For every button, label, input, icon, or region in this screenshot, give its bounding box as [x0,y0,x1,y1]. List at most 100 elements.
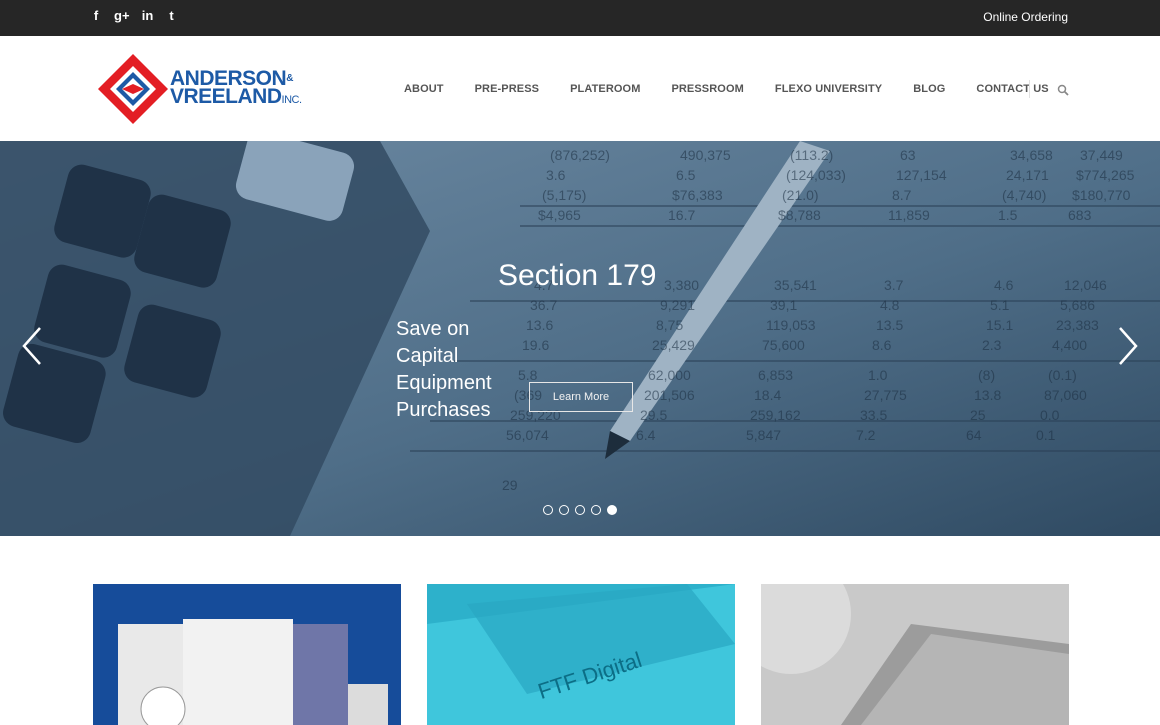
spreadsheet-figure: 683 [1068,207,1092,223]
slider-dot[interactable] [607,505,617,515]
nav-pressroom[interactable]: PRESSROOM [671,83,743,95]
spreadsheet-figure: (113.2) [790,147,834,163]
online-ordering-link[interactable]: Online Ordering [983,10,1068,24]
spreadsheet-figure: (876,252) [550,147,610,163]
nav-plateroom[interactable]: PLATEROOM [570,83,640,95]
spreadsheet-figure: 63 [900,147,916,163]
spreadsheet-figure: 13.8 [974,387,1002,403]
learn-more-button[interactable]: Learn More [529,382,633,412]
spreadsheet-figure: 29.5 [640,407,668,423]
spreadsheet-figure: 5.8 [518,367,538,383]
spreadsheet-figure: 5,686 [1060,297,1096,313]
spreadsheet-figure: 87,060 [1044,387,1087,403]
logo[interactable]: ANDERSON& VREELANDINC. [98,54,328,124]
logo-inc: INC. [281,94,303,106]
spreadsheet-figure: 25,429 [652,337,695,353]
spreadsheet-figure: 16.7 [668,207,696,223]
twitter-icon[interactable]: t [166,8,178,23]
top-bar: f g+ in t Online Ordering [0,0,1160,36]
spreadsheet-figure: 64 [966,427,982,443]
spreadsheet-figure: 35,541 [774,277,817,293]
spreadsheet-figure: 56,074 [506,427,549,443]
spreadsheet-figure: 8.6 [872,337,892,353]
slider-dot[interactable] [575,505,585,515]
spreadsheet-figure: 3,380 [664,277,700,293]
spreadsheet-figure: 18.4 [754,387,782,403]
spreadsheet-figure: 8.7 [892,187,912,203]
spreadsheet-figure: 5,847 [746,427,782,443]
main-nav: ABOUT PRE-PRESS PLATEROOM PRESSROOM FLEX… [404,83,1080,95]
spreadsheet-figure: 1.5 [998,207,1018,223]
nav-about[interactable]: ABOUT [404,83,444,95]
metal-card[interactable] [761,584,1069,725]
spreadsheet-figure: 29 [502,477,518,493]
nav-pre-press[interactable]: PRE-PRESS [475,83,539,95]
spreadsheet-figure: 7.2 [856,427,876,443]
spreadsheet-figure: $8,788 [778,207,821,223]
facebook-icon[interactable]: f [90,8,102,23]
press-machine-image [118,619,388,725]
spreadsheet-figure: 119,053 [766,317,816,333]
spreadsheet-figure: 0.0 [1040,407,1060,423]
spreadsheet-figure: 19.6 [522,337,550,353]
spreadsheet-figure: (124,033) [786,167,846,183]
spreadsheet-figure: 25 [970,407,986,423]
spreadsheet-figure: $4,965 [538,207,581,223]
hero-title: Section 179 [498,259,657,292]
spreadsheet-figure: 4,400 [1052,337,1088,353]
spreadsheet-figure: 34,658 [1010,147,1053,163]
spreadsheet-figure: (0.1) [1048,367,1077,383]
hero-slider: (876,252) 490,375 (113.2) 63 34,658 37,449 3.6… [0,141,1160,536]
spreadsheet-figure: 37,449 [1080,147,1123,163]
spreadsheet-figure: 0.1 [1036,427,1056,443]
spreadsheet-figure: 1.0 [868,367,888,383]
logo-line-2: VREELAND [170,85,282,108]
google-plus-icon[interactable]: g+ [114,8,130,23]
chevron-left-icon[interactable] [20,326,44,366]
spreadsheet-figure: 490,375 [680,147,731,163]
search-icon[interactable] [1057,84,1069,96]
spreadsheet-figure: 6.4 [636,427,656,443]
spreadsheet-figure: 2.3 [982,337,1002,353]
spreadsheet-figure: 33.5 [860,407,888,423]
spreadsheet-figure: 39,1 [770,297,798,313]
hero-subtitle: Save on Capital Equipment Purchases [396,318,492,421]
equipment-card[interactable] [93,584,401,725]
slider-dot[interactable] [543,505,553,515]
nav-blog[interactable]: BLOG [913,83,945,95]
spreadsheet-figure: 27,775 [864,387,907,403]
nav-divider [1029,80,1030,98]
spreadsheet-figure: 62,000 [648,367,691,383]
spreadsheet-figure: 75,600 [762,337,805,353]
spreadsheet-figure: $76,383 [672,187,723,203]
spreadsheet-figure: 6.5 [676,167,696,183]
spreadsheet-figure: (8) [978,367,996,383]
slider-dot[interactable] [591,505,601,515]
ftf-digital-image: FTF Digital [427,584,735,725]
spreadsheet-figure: (5,175) [542,187,587,203]
linkedin-icon[interactable]: in [142,8,154,23]
nav-contact-us[interactable]: CONTACT US [976,83,1048,95]
spreadsheet-figure: 15.1 [986,317,1014,333]
slider-dot[interactable] [559,505,569,515]
spreadsheet-figure: 8,75 [656,317,684,333]
spreadsheet-figure: (4,740) [1002,187,1047,203]
logo-diamond-icon [98,54,168,124]
ftf-digital-card[interactable]: FTF Digital [427,584,735,725]
spreadsheet-figure: 13.5 [876,317,904,333]
slider-dots [543,505,617,515]
spreadsheet-figure: 4.8 [880,297,900,313]
spreadsheet-figure: 36.7 [530,297,558,313]
spreadsheet-figure: 3.7 [884,277,904,293]
spreadsheet-figure: 5.1 [990,297,1010,313]
logo-text: ANDERSON& VREELANDINC. [170,68,303,109]
spreadsheet-figure: 4.6 [994,277,1014,293]
spreadsheet-figure: $774,265 [1076,167,1135,183]
spreadsheet-figure: $180,770 [1072,187,1131,203]
chevron-right-icon[interactable] [1116,326,1140,366]
site-header: ANDERSON& VREELANDINC. ABOUT PRE-PRESS P… [0,36,1160,141]
spreadsheet-figure: (21.0) [782,187,819,203]
spreadsheet-figure: 12,046 [1064,277,1107,293]
spreadsheet-figure: 259,162 [750,407,801,423]
nav-flexo-university[interactable]: FLEXO UNIVERSITY [775,83,882,95]
